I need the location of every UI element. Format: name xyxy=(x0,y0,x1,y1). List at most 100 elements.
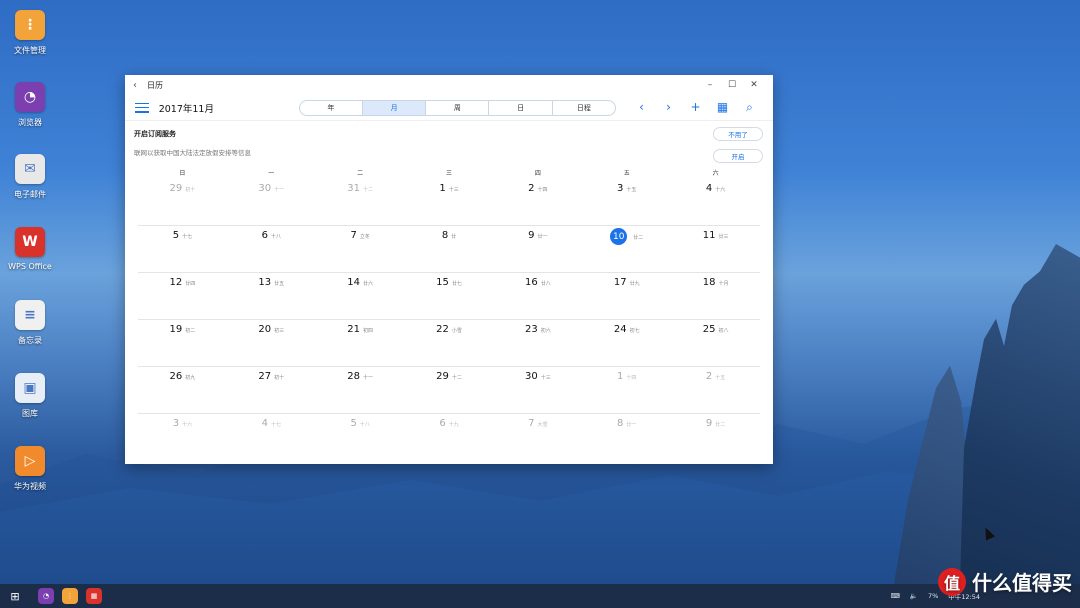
lunar-date: 初八 xyxy=(718,328,729,334)
day-cell[interactable]: 23 初六 xyxy=(493,320,582,366)
keyboard-icon[interactable]: ⌨ xyxy=(890,592,899,600)
dismiss-button[interactable]: 不用了 xyxy=(713,127,763,141)
day-cell[interactable]: 16 廿八 xyxy=(493,273,582,319)
desktop-app-email[interactable]: ✉ 电子邮件 xyxy=(0,154,60,200)
watermark-text: 什么值得买 xyxy=(972,571,1072,595)
day-cell[interactable]: 26 初九 xyxy=(138,367,227,413)
weekday-label: 日 xyxy=(179,169,186,177)
taskbar-files-icon[interactable]: ⋮ xyxy=(62,588,78,604)
tab-view-4[interactable]: 日程 xyxy=(553,101,615,115)
day-cell[interactable]: 14 廿六 xyxy=(316,273,405,319)
day-number: 17 xyxy=(613,277,627,288)
day-cell[interactable]: 11 廿三 xyxy=(671,226,760,272)
window-titlebar[interactable]: ‹ 日历 – ☐ ✕ xyxy=(125,75,773,95)
day-cell[interactable]: 4 十七 xyxy=(227,414,316,461)
battery-level: 7% xyxy=(927,592,939,600)
day-cell[interactable]: 15 廿七 xyxy=(405,273,494,319)
lunar-date: 廿三 xyxy=(718,234,729,240)
day-cell[interactable]: 6 十九 xyxy=(405,414,494,461)
lunar-date: 十月 xyxy=(718,281,729,287)
day-number: 9 xyxy=(528,230,535,241)
prev-month-icon[interactable]: ‹ xyxy=(628,100,655,115)
day-cell[interactable]: 31 十二 xyxy=(316,179,405,225)
desktop-app-file-manager[interactable]: ⋮ 文件管理 xyxy=(0,10,60,56)
desktop-app-memo[interactable]: ≡ 备忘录 xyxy=(0,300,60,346)
day-cell[interactable]: 9 廿一 xyxy=(493,226,582,272)
day-number: 7 xyxy=(350,230,357,241)
day-cell[interactable]: 30 十一 xyxy=(227,179,316,225)
day-cell[interactable]: 5 十八 xyxy=(316,414,405,461)
day-cell[interactable]: 9 廿二 xyxy=(671,414,760,461)
day-cell[interactable]: 7 立冬 xyxy=(316,226,405,272)
day-cell[interactable]: 2 十四 xyxy=(493,179,582,225)
lunar-date: 十三 xyxy=(448,187,459,193)
desktop-app-wps-office[interactable]: W WPS Office xyxy=(0,227,60,271)
start-menu-icon[interactable]: ⊞ xyxy=(0,590,30,603)
minimize-icon[interactable]: – xyxy=(699,80,721,90)
day-cell[interactable]: 12 廿四 xyxy=(138,273,227,319)
desktop-app-label: WPS Office xyxy=(8,262,52,271)
tab-view-3[interactable]: 日 xyxy=(489,100,553,115)
day-cell[interactable]: 20 初三 xyxy=(227,320,316,366)
desktop-app-browser[interactable]: ◔ 浏览器 xyxy=(0,82,60,128)
enable-subscription-button[interactable]: 开启 xyxy=(713,149,763,163)
back-arrow-icon[interactable]: ‹ xyxy=(133,80,147,91)
lunar-date: 廿五 xyxy=(274,281,285,287)
browser-icon: ◔ xyxy=(15,82,45,112)
lunar-date: 大雪 xyxy=(537,422,548,428)
day-cell[interactable]: 29 十二 xyxy=(405,367,494,413)
menu-icon[interactable] xyxy=(135,102,149,113)
day-cell-today[interactable]: 10 廿二 xyxy=(582,226,671,272)
tab-view-2[interactable]: 周 xyxy=(426,100,490,115)
day-cell[interactable]: 7 大雪 xyxy=(493,414,582,461)
weekday-label: 一 xyxy=(268,169,275,177)
tab-view-0[interactable]: 年 xyxy=(300,100,363,115)
day-number: 10 xyxy=(610,228,628,245)
desktop-app-gallery[interactable]: ▣ 图库 xyxy=(0,373,60,419)
day-cell[interactable]: 27 初十 xyxy=(227,367,316,413)
gallery-icon: ▣ xyxy=(15,373,45,403)
desktop-app-huawei-video[interactable]: ▷ 华为视频 xyxy=(0,446,60,492)
day-cell[interactable]: 22 小雪 xyxy=(405,320,494,366)
taskbar-browser-icon[interactable]: ◔ xyxy=(38,588,54,604)
subscribe-banner: 开启订阅服务 联网以获取中国大陆法定放假安排等信息 不用了 开启 xyxy=(125,121,773,165)
day-cell[interactable]: 3 十五 xyxy=(582,179,671,225)
day-cell[interactable]: 3 十六 xyxy=(138,414,227,461)
today-calendar-icon[interactable]: ▦ xyxy=(709,100,736,115)
day-cell[interactable]: 25 初八 xyxy=(671,320,760,366)
volume-icon[interactable]: 🔈 xyxy=(910,592,918,600)
lunar-date: 十八 xyxy=(270,234,281,240)
maximize-icon[interactable]: ☐ xyxy=(721,80,743,90)
day-number: 21 xyxy=(347,324,360,335)
day-cell[interactable]: 1 十三 xyxy=(405,179,494,225)
search-icon[interactable]: ⌕ xyxy=(736,100,763,115)
tab-view-1[interactable]: 月 xyxy=(362,100,427,115)
next-month-icon[interactable]: › xyxy=(655,100,682,115)
window-title: 日历 xyxy=(147,80,163,90)
day-cell[interactable]: 5 十七 xyxy=(138,226,227,272)
day-cell[interactable]: 4 十六 xyxy=(671,179,760,225)
taskbar-calendar-icon[interactable]: ▦ xyxy=(86,588,102,604)
day-cell[interactable]: 24 初七 xyxy=(582,320,671,366)
day-cell[interactable]: 8 廿一 xyxy=(582,414,671,461)
day-cell[interactable]: 29 初十 xyxy=(138,179,227,225)
weekday-label: 六 xyxy=(712,169,719,177)
add-event-icon[interactable]: + xyxy=(682,100,709,115)
day-cell[interactable]: 8廿 xyxy=(405,226,494,272)
week-row: 26 初九 27 初十 28 十一 29 十二 30 十三 1 十四 2 十五 xyxy=(138,367,760,414)
day-cell[interactable]: 21 初四 xyxy=(316,320,405,366)
day-number: 3 xyxy=(617,183,624,194)
day-cell[interactable]: 6 十八 xyxy=(227,226,316,272)
day-number: 3 xyxy=(172,418,180,429)
lunar-date: 廿六 xyxy=(363,281,374,287)
day-cell[interactable]: 2 十五 xyxy=(671,367,760,413)
close-icon[interactable]: ✕ xyxy=(743,80,765,90)
day-cell[interactable]: 13 廿五 xyxy=(227,273,316,319)
day-cell[interactable]: 17 廿九 xyxy=(582,273,671,319)
day-number: 30 xyxy=(258,183,272,194)
day-cell[interactable]: 28 十一 xyxy=(316,367,405,413)
day-cell[interactable]: 1 十四 xyxy=(582,367,671,413)
day-cell[interactable]: 19 初二 xyxy=(138,320,227,366)
day-cell[interactable]: 18 十月 xyxy=(671,273,760,319)
day-cell[interactable]: 30 十三 xyxy=(493,367,582,413)
